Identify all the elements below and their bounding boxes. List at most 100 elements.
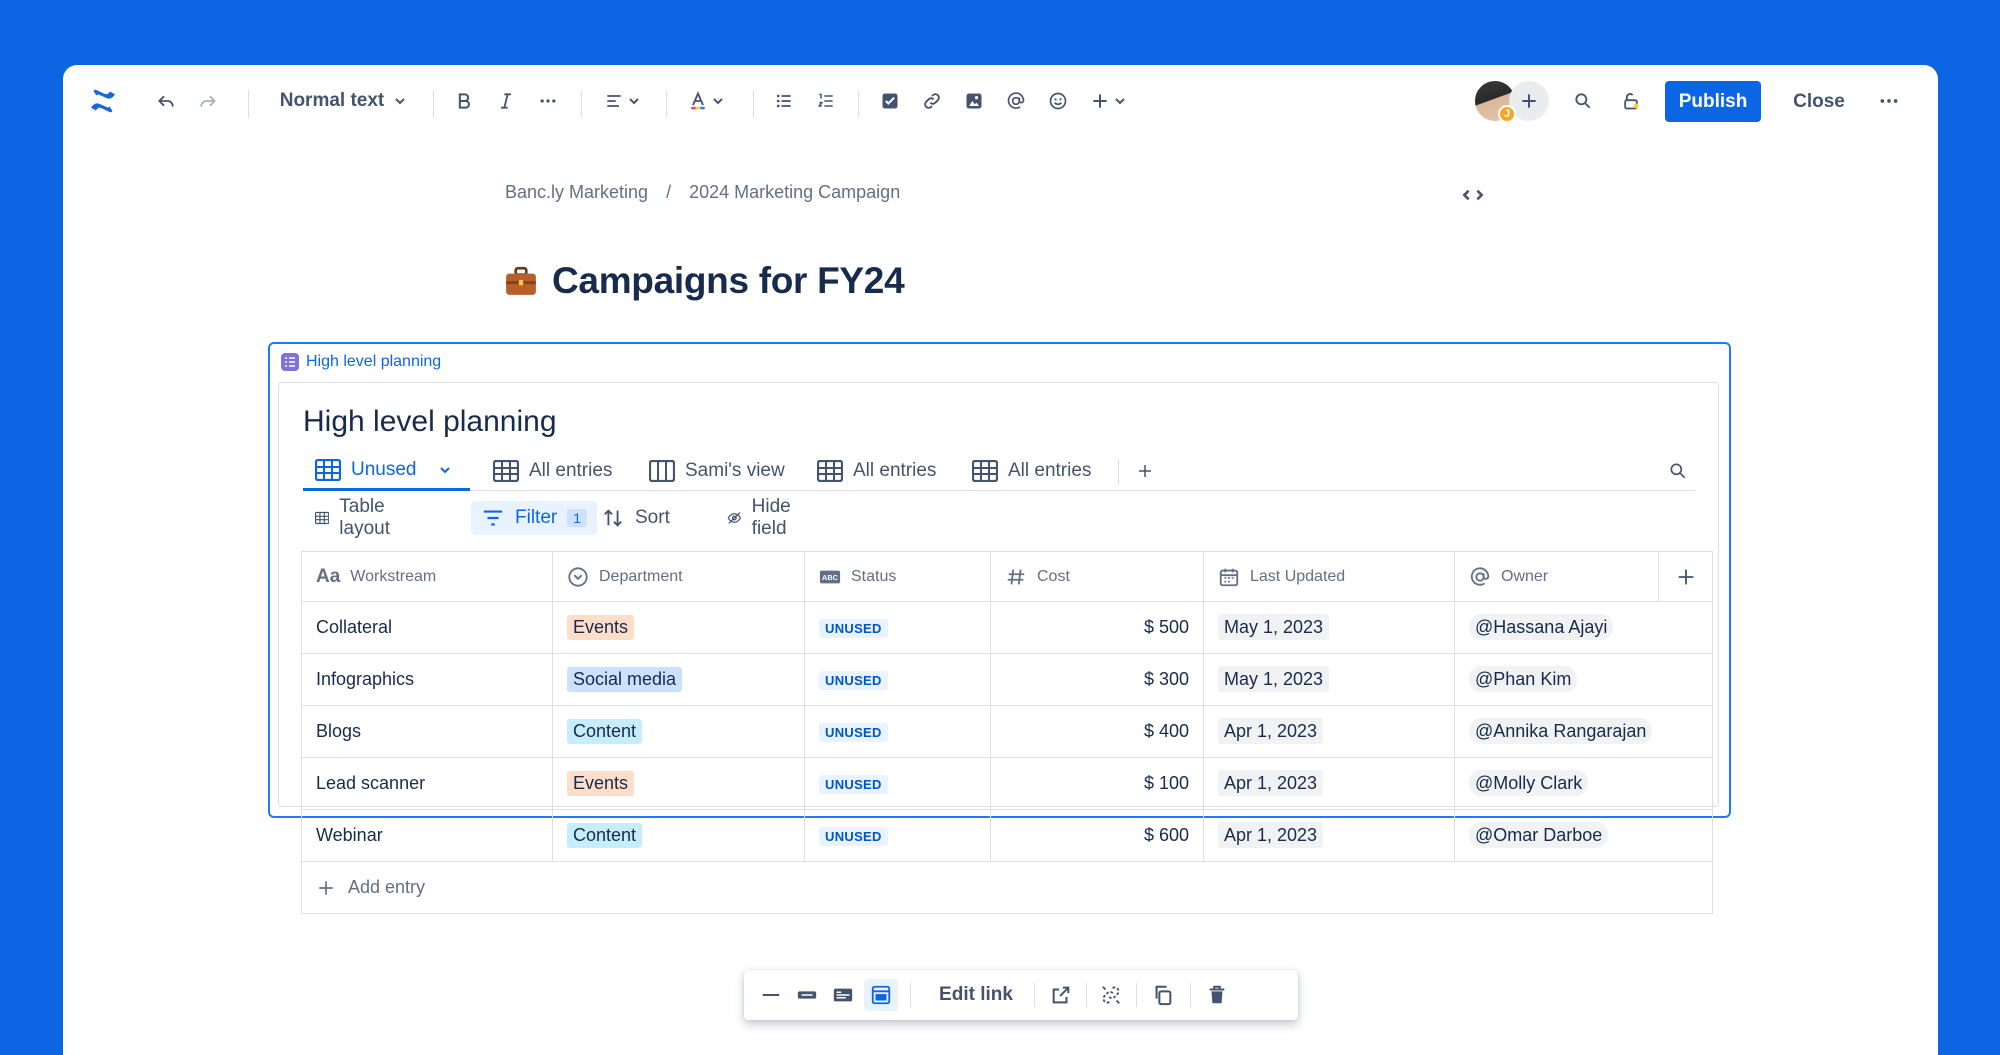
expand-width-icon[interactable] xyxy=(1460,182,1486,208)
task-checkbox-icon[interactable] xyxy=(875,85,905,117)
text-color-dropdown[interactable] xyxy=(683,85,729,117)
status-cell[interactable]: UNUSED xyxy=(804,601,991,654)
sort-button[interactable]: Sort xyxy=(591,501,680,535)
filter-button[interactable]: Filter 1 xyxy=(471,501,598,535)
undo-icon[interactable] xyxy=(151,85,181,117)
department-cell[interactable]: Content xyxy=(552,705,805,758)
card-view-icon[interactable] xyxy=(792,979,822,1011)
unlink-icon[interactable] xyxy=(1094,979,1128,1011)
owner-cell[interactable]: @Hassana Ajayi xyxy=(1454,601,1713,654)
column-header-department[interactable]: Department xyxy=(552,551,805,602)
table-row[interactable]: Blogs Content UNUSED $ 400 Apr 1, 2023 @… xyxy=(301,705,1713,758)
workstream-cell[interactable]: Lead scanner xyxy=(301,757,553,810)
owner-cell[interactable]: @Annika Rangarajan xyxy=(1454,705,1713,758)
numbered-list-icon[interactable] xyxy=(811,85,841,117)
last-updated-cell[interactable]: Apr 1, 2023 xyxy=(1203,757,1455,810)
tab-all-entries[interactable]: All entries xyxy=(493,451,612,491)
briefcase-icon[interactable] xyxy=(504,264,538,298)
embed-view-icon[interactable] xyxy=(864,979,898,1011)
bullet-list-icon[interactable] xyxy=(769,85,799,117)
redo-icon[interactable] xyxy=(193,85,223,117)
add-column-button[interactable] xyxy=(1658,551,1713,602)
italic-icon[interactable] xyxy=(491,85,521,117)
edit-link-button[interactable]: Edit link xyxy=(924,979,1028,1011)
cost-cell[interactable]: $ 400 xyxy=(990,705,1204,758)
department-cell[interactable]: Content xyxy=(552,809,805,862)
owner-cell[interactable]: @Phan Kim xyxy=(1454,653,1713,706)
mention-icon[interactable] xyxy=(1001,85,1031,117)
delete-icon[interactable] xyxy=(1200,979,1234,1011)
tab-label: Sami's view xyxy=(685,460,785,481)
database-embed[interactable]: High level planning High level planning … xyxy=(268,342,1731,914)
add-entry-row[interactable]: Add entry xyxy=(301,861,1713,914)
last-updated-cell[interactable]: May 1, 2023 xyxy=(1203,601,1455,654)
column-header-cost[interactable]: Cost xyxy=(990,551,1204,602)
workstream-cell[interactable]: Blogs xyxy=(301,705,553,758)
table-row[interactable]: Lead scanner Events UNUSED $ 100 Apr 1, … xyxy=(301,757,1713,810)
last-updated-cell[interactable]: Apr 1, 2023 xyxy=(1203,809,1455,862)
unlock-icon[interactable] xyxy=(1616,85,1646,117)
last-updated-cell[interactable]: May 1, 2023 xyxy=(1203,653,1455,706)
cost-cell[interactable]: $ 500 xyxy=(990,601,1204,654)
cost-cell[interactable]: $ 600 xyxy=(990,809,1204,862)
owner-cell[interactable]: @Molly Clark xyxy=(1454,757,1713,810)
column-header-last-updated[interactable]: Last Updated xyxy=(1203,551,1455,602)
table-row[interactable]: Infographics Social media UNUSED $ 300 M… xyxy=(301,653,1713,706)
alignment-dropdown[interactable] xyxy=(599,85,645,117)
column-header-workstream[interactable]: Aa Workstream xyxy=(301,551,553,602)
copy-icon[interactable] xyxy=(1146,979,1180,1011)
hide-field-button[interactable]: Hide field xyxy=(717,496,810,539)
add-entry-button[interactable]: Add entry xyxy=(301,861,1713,914)
last-updated-cell[interactable]: Apr 1, 2023 xyxy=(1203,705,1455,758)
tab-samis-view[interactable]: Sami's view xyxy=(649,451,785,491)
emoji-icon[interactable] xyxy=(1043,85,1073,117)
status-cell[interactable]: UNUSED xyxy=(804,809,991,862)
page-title[interactable]: Campaigns for FY24 xyxy=(552,260,905,302)
embed-floating-toolbar: Edit link xyxy=(744,970,1298,1020)
department-tag: Social media xyxy=(567,667,683,692)
link-icon[interactable] xyxy=(917,85,947,117)
insert-dropdown[interactable] xyxy=(1085,85,1131,117)
table-row[interactable]: Collateral Events UNUSED $ 500 May 1, 20… xyxy=(301,601,1713,654)
more-options-icon[interactable] xyxy=(1871,85,1907,117)
add-entry-label: Add entry xyxy=(348,877,426,897)
status-cell[interactable]: UNUSED xyxy=(804,705,991,758)
column-header-owner[interactable]: Owner xyxy=(1454,551,1659,602)
chevron-down-icon xyxy=(394,95,406,107)
text-style-dropdown[interactable]: Normal text xyxy=(268,85,418,117)
department-cell[interactable]: Events xyxy=(552,601,805,654)
close-button[interactable]: Close xyxy=(1775,81,1863,122)
cost-cell[interactable]: $ 300 xyxy=(990,653,1204,706)
workstream-cell[interactable]: Infographics xyxy=(301,653,553,706)
breadcrumb-parent-page[interactable]: 2024 Marketing Campaign xyxy=(689,182,900,203)
status-cell[interactable]: UNUSED xyxy=(804,757,991,810)
owner-cell[interactable]: @Omar Darboe xyxy=(1454,809,1713,862)
department-tag: Events xyxy=(567,771,635,796)
department-cell[interactable]: Social media xyxy=(552,653,805,706)
embed-label[interactable]: High level planning xyxy=(280,352,441,372)
tab-unused[interactable]: Unused xyxy=(303,451,470,491)
bold-icon[interactable] xyxy=(449,85,479,117)
open-new-tab-icon[interactable] xyxy=(1044,979,1078,1011)
table-row[interactable]: Webinar Content UNUSED $ 600 Apr 1, 2023… xyxy=(301,809,1713,862)
image-icon[interactable] xyxy=(959,85,989,117)
more-formatting-icon[interactable] xyxy=(533,85,563,117)
breadcrumb-space[interactable]: Banc.ly Marketing xyxy=(505,182,648,203)
inline-view-icon[interactable] xyxy=(756,979,786,1011)
block-card-icon[interactable] xyxy=(828,979,858,1011)
search-icon[interactable] xyxy=(1568,85,1598,117)
table-layout-button[interactable]: Table layout xyxy=(305,496,410,539)
column-header-status[interactable]: ABC Status xyxy=(804,551,991,602)
department-cell[interactable]: Events xyxy=(552,757,805,810)
confluence-logo-icon[interactable] xyxy=(83,85,123,117)
workstream-cell[interactable]: Webinar xyxy=(301,809,553,862)
add-view-button[interactable] xyxy=(1136,451,1154,491)
publish-button[interactable]: Publish xyxy=(1665,81,1761,122)
owner-name: Annika Rangarajan xyxy=(1493,721,1647,741)
tab-all-entries-3[interactable]: All entries xyxy=(972,451,1091,491)
tab-all-entries-2[interactable]: All entries xyxy=(817,451,936,491)
cost-cell[interactable]: $ 100 xyxy=(990,757,1204,810)
search-database-button[interactable] xyxy=(1668,451,1688,491)
status-cell[interactable]: UNUSED xyxy=(804,653,991,706)
workstream-cell[interactable]: Collateral xyxy=(301,601,553,654)
